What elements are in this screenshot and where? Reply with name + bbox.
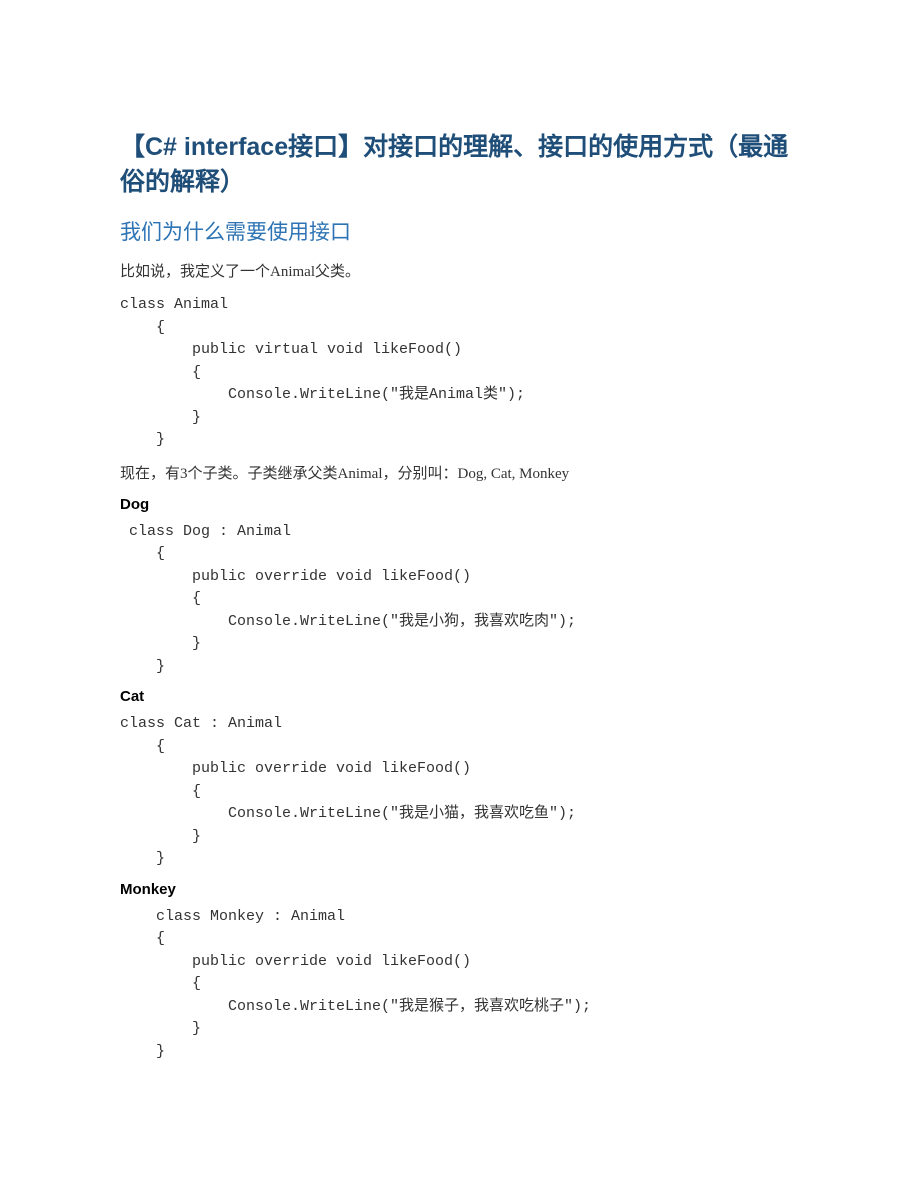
code-monkey-class: class Monkey : Animal { public override …: [120, 906, 800, 1064]
monkey-label: Monkey: [120, 881, 800, 898]
section-subtitle: 我们为什么需要使用接口: [120, 216, 800, 246]
page-title: 【C# interface接口】对接口的理解、接口的使用方式（最通俗的解释）: [120, 130, 800, 200]
children-paragraph: 现在，有3个子类。子类继承父类Animal，分别叫：Dog, Cat, Monk…: [120, 462, 800, 486]
dog-label: Dog: [120, 496, 800, 513]
code-cat-class: class Cat : Animal { public override voi…: [120, 713, 800, 871]
code-dog-class: class Dog : Animal { public override voi…: [120, 521, 800, 679]
code-animal-class: class Animal { public virtual void likeF…: [120, 294, 800, 452]
intro-paragraph: 比如说，我定义了一个Animal父类。: [120, 260, 800, 284]
cat-label: Cat: [120, 688, 800, 705]
